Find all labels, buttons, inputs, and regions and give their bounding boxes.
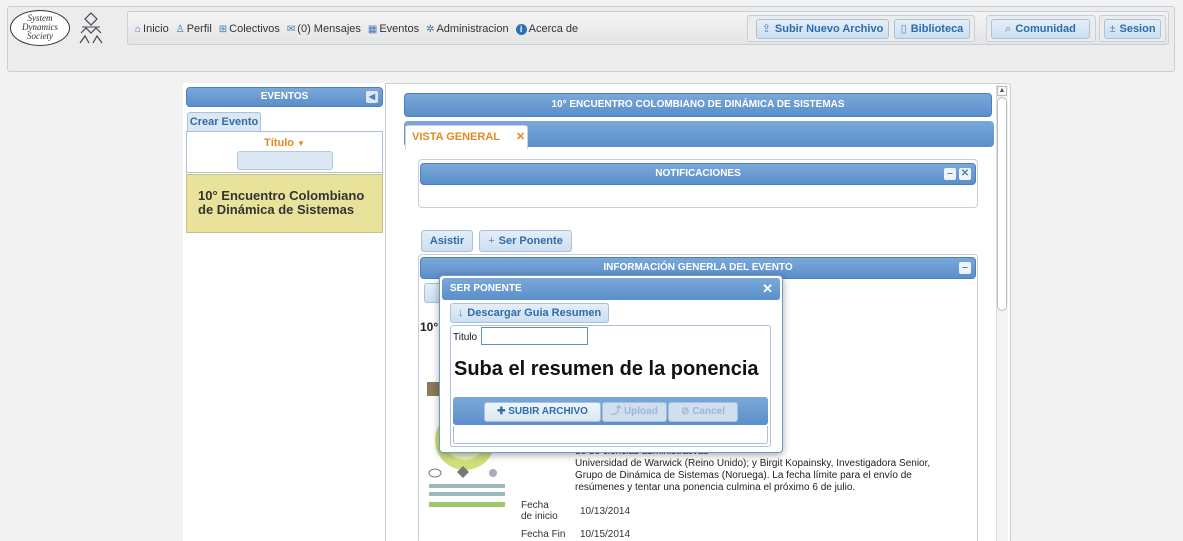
- home-icon: ⌂: [135, 24, 142, 35]
- library-label: Biblioteca: [910, 23, 964, 35]
- event-heading-partial: 10°: [420, 320, 439, 334]
- system-dynamics-society-logo[interactable]: System Dynamics Society: [10, 10, 70, 46]
- tab-create-event[interactable]: Crear Evento: [187, 112, 261, 131]
- tab-vista-general[interactable]: VISTA GENERAL ✕: [405, 125, 528, 149]
- choose-file-button[interactable]: ✚ SUBIR ARCHIVO: [484, 402, 601, 422]
- upload-new-file-button[interactable]: ⇪ Subir Nuevo Archivo: [756, 19, 889, 39]
- nav-item-colectivos[interactable]: ⊞ Colectivos: [219, 23, 280, 35]
- nav-item-mensajes[interactable]: ✉ (0) Mensajes: [287, 23, 361, 35]
- group-icon: ⊞: [218, 24, 228, 35]
- modal-header: SER PONENTE ✕: [442, 278, 780, 300]
- nav-label: Inicio: [143, 23, 169, 35]
- download-guide-button[interactable]: ↓ Descargar Guia Resumen: [450, 303, 609, 323]
- plus-icon: +: [488, 235, 495, 247]
- library-button[interactable]: ▯ Biblioteca: [894, 19, 970, 39]
- become-speaker-label: Ser Ponente: [498, 235, 563, 247]
- nav-item-inicio[interactable]: ⌂ Inicio: [135, 23, 169, 35]
- gear-icon: ✲: [426, 24, 435, 35]
- description-line: Grupo de Dinámica de Sistemas (Noruega).…: [575, 470, 912, 481]
- community-button[interactable]: ⌕ Comunidad: [991, 19, 1090, 39]
- sort-down-icon: ▼: [297, 139, 305, 148]
- title-filter-input[interactable]: [237, 151, 333, 170]
- close-icon[interactable]: ✕: [959, 168, 971, 180]
- events-header: EVENTOS ◀: [186, 87, 383, 107]
- top-bar: System Dynamics Society ⌂ Inicio ♙ Perfil …: [7, 6, 1175, 72]
- choose-file-label: SUBIR ARCHIVO: [508, 406, 588, 417]
- start-date-label: Fecha de inicio: [521, 500, 558, 522]
- scroll-up-icon[interactable]: ▲: [997, 86, 1007, 96]
- user-icon: ♙: [175, 24, 185, 35]
- upload-arrow-icon: ⤴: [611, 406, 624, 417]
- nav-item-acerca[interactable]: i Acerca de: [515, 23, 579, 35]
- close-tab-icon[interactable]: ✕: [516, 131, 525, 143]
- event-info-header-label: INFORMACIÓN GENERLA DEL EVENTO: [603, 262, 793, 273]
- nav-item-administracion[interactable]: ✲ Administracion: [426, 23, 509, 35]
- column-header-titulo[interactable]: Título ▼: [187, 137, 382, 149]
- nav-label: Acerca de: [528, 23, 579, 35]
- upload-new-file-label: Subir Nuevo Archivo: [774, 23, 884, 35]
- book-icon: ▯: [900, 23, 907, 35]
- logo-text-line: Society: [27, 31, 53, 41]
- download-guide-label: Descargar Guia Resumen: [467, 307, 602, 319]
- start-date-value: 10/13/2014: [580, 506, 631, 517]
- scrollbar-thumb[interactable]: [997, 97, 1007, 311]
- session-label: Sesion: [1119, 23, 1156, 35]
- cancel-icon: ⊘: [681, 406, 693, 417]
- upload-icon: ⇪: [761, 23, 771, 35]
- events-table-header: Título ▼: [186, 131, 383, 173]
- event-title-bar: 10° ENCUENTRO COLOMBIANO DE DINÁMICA DE …: [404, 93, 992, 117]
- nav-label: Colectivos: [229, 23, 280, 35]
- nav-label: Eventos: [379, 23, 420, 35]
- mail-icon: ✉: [286, 24, 296, 35]
- close-icon[interactable]: ✕: [762, 278, 773, 300]
- end-date-value: 10/15/2014: [580, 529, 631, 540]
- description-line: resúmenes y tentar una ponencia culmina …: [575, 482, 856, 493]
- tab-label: VISTA GENERAL: [412, 131, 501, 143]
- title-field-label: Titulo: [453, 332, 478, 343]
- society-emblem-icon: [79, 12, 103, 44]
- minimize-icon[interactable]: –: [959, 262, 971, 274]
- nav-item-perfil[interactable]: ♙ Perfil: [176, 23, 212, 35]
- notifications-header-label: NOTIFICACIONES: [655, 168, 741, 179]
- description-line: Universidad de Warwick (Reino Unido); y …: [575, 458, 931, 469]
- nav-label: Perfil: [186, 23, 212, 35]
- info-icon: i: [515, 24, 527, 35]
- session-button[interactable]: ± Sesion: [1104, 19, 1161, 39]
- calendar-icon: ▦: [367, 24, 378, 35]
- search-icon: ⌕: [1005, 23, 1012, 35]
- collapse-left-icon[interactable]: ◀: [366, 91, 378, 103]
- upload-instructions: Suba el resumen de la ponencia: [454, 358, 759, 380]
- event-list-item[interactable]: 10° Encuentro Colombiano de Dinámica de …: [186, 174, 383, 233]
- end-date-label: Fecha Fin: [521, 529, 566, 540]
- minimize-icon[interactable]: –: [944, 168, 956, 180]
- logout-icon: ±: [1109, 23, 1116, 35]
- download-icon: ↓: [457, 307, 464, 319]
- upload-button[interactable]: ⤴ Upload: [602, 402, 667, 422]
- cancel-upload-button[interactable]: ⊘ Cancel: [668, 402, 738, 422]
- nav-item-eventos[interactable]: ▦ Eventos: [368, 23, 419, 35]
- navigation-bar: ⌂ Inicio ♙ Perfil ⊞ Colectivos ✉ (0) Mensaje…: [127, 11, 1169, 45]
- community-label: Comunidad: [1015, 23, 1076, 35]
- column-header-label: Título: [264, 137, 294, 149]
- upload-label: Upload: [623, 406, 658, 417]
- attend-button[interactable]: Asistir: [421, 230, 473, 252]
- modal-title: SER PONENTE: [450, 283, 522, 294]
- become-speaker-button[interactable]: + Ser Ponente: [479, 230, 572, 252]
- main-menu: ⌂ Inicio ♙ Perfil ⊞ Colectivos ✉ (0) Mensaje…: [135, 23, 578, 35]
- plus-icon: ✚: [497, 406, 509, 417]
- notifications-header: NOTIFICACIONES – ✕: [420, 163, 976, 185]
- nav-label: Administracion: [436, 23, 509, 35]
- nav-label: (0) Mensajes: [297, 23, 361, 35]
- events-header-label: EVENTOS: [260, 91, 309, 102]
- title-field[interactable]: [481, 327, 588, 345]
- upload-file-list: [453, 426, 768, 444]
- cancel-label: Cancel: [692, 406, 725, 417]
